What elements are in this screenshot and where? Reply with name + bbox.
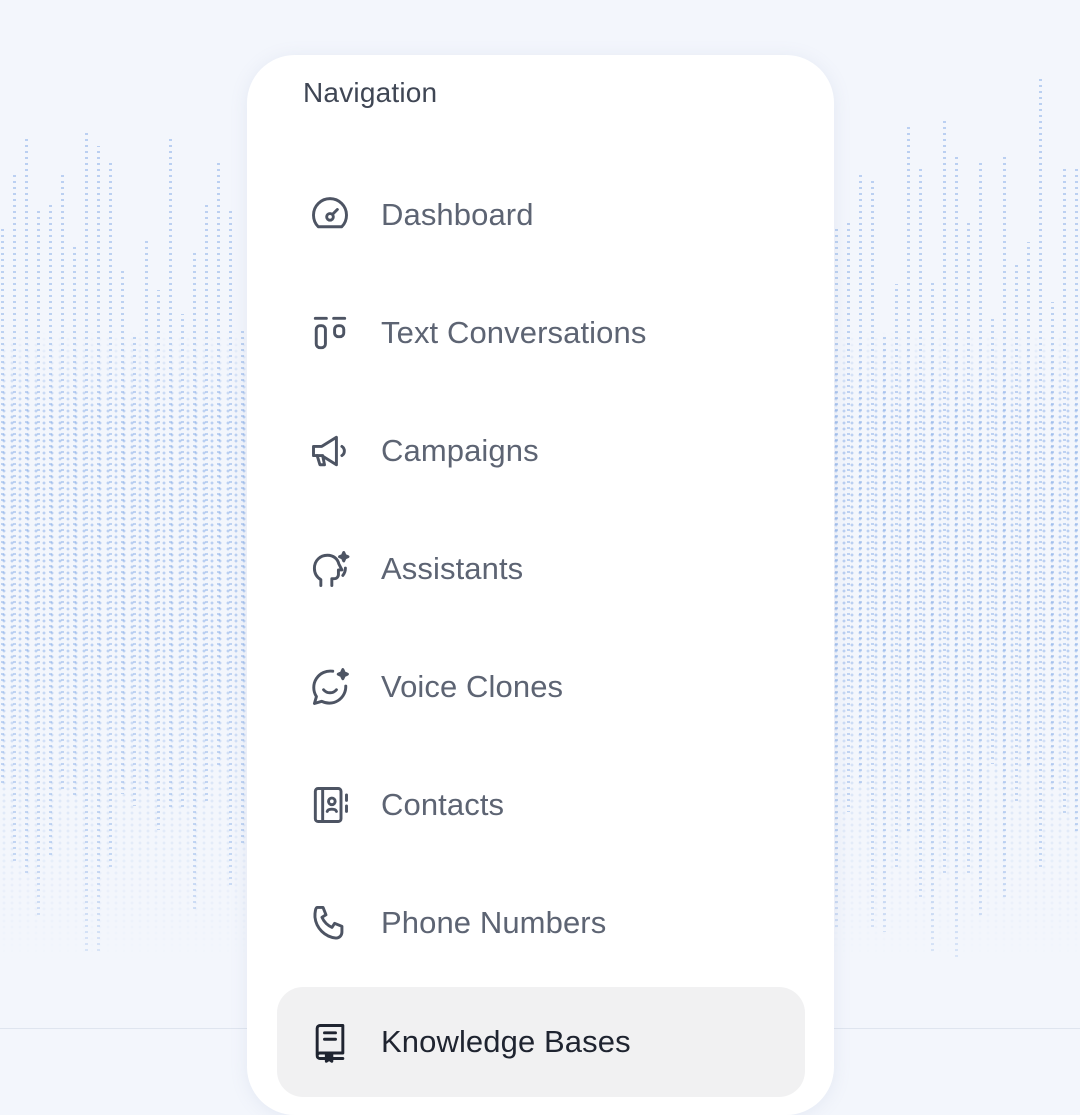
- nav-item-label: Assistants: [381, 551, 524, 586]
- megaphone-icon: [307, 428, 353, 474]
- ai-head-icon: [307, 546, 353, 592]
- nav-item-label: Contacts: [381, 787, 505, 822]
- nav-item-phone-numbers[interactable]: Phone Numbers: [277, 868, 805, 978]
- nav-item-label: Text Conversations: [381, 315, 647, 350]
- smile-sparkle-icon: [307, 664, 353, 710]
- nav-item-label: Knowledge Bases: [381, 1024, 631, 1059]
- contact-book-icon: [307, 782, 353, 828]
- nav-item-text-conversations[interactable]: Text Conversations: [277, 278, 805, 388]
- columns-icon: [307, 310, 353, 356]
- nav-item-knowledge-bases[interactable]: Knowledge Bases: [277, 987, 805, 1097]
- nav-item-assistants[interactable]: Assistants: [277, 514, 805, 624]
- navigation-heading: Navigation: [303, 77, 438, 108]
- nav-item-campaigns[interactable]: Campaigns: [277, 396, 805, 506]
- nav-item-dashboard[interactable]: Dashboard: [277, 160, 805, 270]
- nav-item-label: Dashboard: [381, 197, 534, 232]
- nav-item-contacts[interactable]: Contacts: [277, 750, 805, 860]
- nav-item-voice-clones[interactable]: Voice Clones: [277, 632, 805, 742]
- phone-icon: [307, 900, 353, 946]
- nav-item-label: Campaigns: [381, 433, 539, 468]
- book-icon: [307, 1019, 353, 1065]
- nav-item-label: Voice Clones: [381, 669, 564, 704]
- navigation-panel: Navigation Dashboard Text Conversations: [247, 55, 834, 1115]
- nav-item-label: Phone Numbers: [381, 905, 607, 940]
- gauge-icon: [307, 192, 353, 238]
